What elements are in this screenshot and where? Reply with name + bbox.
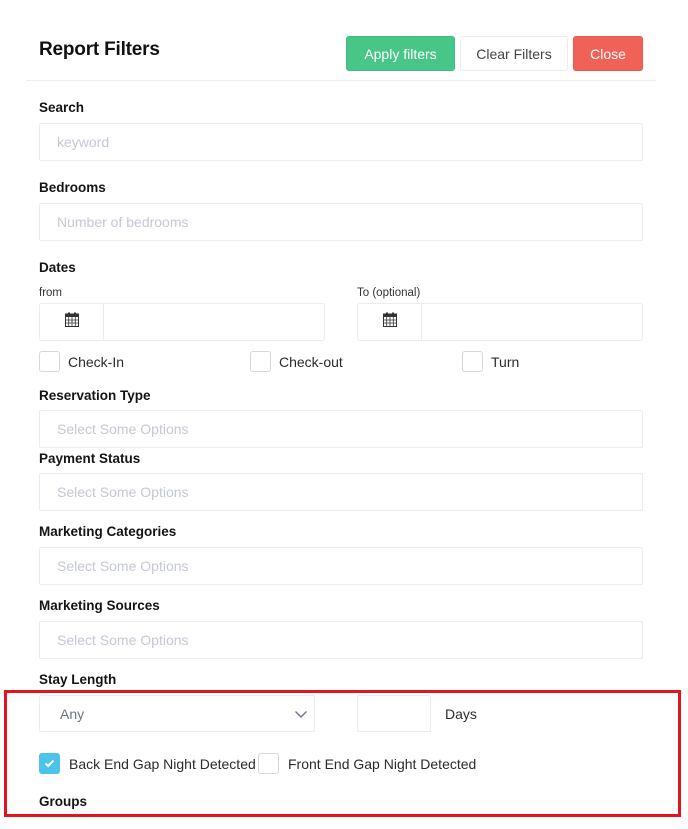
marketing-sources-placeholder: Select Some Options xyxy=(57,632,189,648)
bedrooms-placeholder: Number of bedrooms xyxy=(57,214,189,230)
check-in-label: Check-In xyxy=(68,353,125,370)
marketing-categories-label: Marketing Categories xyxy=(39,524,177,539)
from-date-field[interactable] xyxy=(39,303,325,341)
search-input[interactable]: keyword xyxy=(39,123,643,161)
to-date-input[interactable] xyxy=(422,304,642,340)
front-end-gap-night-option[interactable]: Front End Gap Night Detected xyxy=(258,753,476,774)
check-in-checkbox[interactable] xyxy=(39,351,60,372)
front-end-gap-night-checkbox[interactable] xyxy=(258,753,279,774)
turn-checkbox[interactable] xyxy=(462,351,483,372)
stay-length-select[interactable]: Any xyxy=(39,695,315,732)
calendar-icon xyxy=(64,312,79,332)
reservation-type-placeholder: Select Some Options xyxy=(57,421,189,437)
check-in-option[interactable]: Check-In xyxy=(39,351,124,372)
groups-label: Groups xyxy=(39,794,88,809)
front-end-gap-night-label: Front End Gap Night Detected xyxy=(288,755,477,772)
to-date-calendar-button[interactable] xyxy=(358,304,422,340)
marketing-sources-select[interactable]: Select Some Options xyxy=(39,621,643,659)
stay-length-days-input[interactable] xyxy=(357,695,431,732)
turn-option[interactable]: Turn xyxy=(462,351,519,372)
payment-status-placeholder: Select Some Options xyxy=(57,484,189,500)
stay-length-selected: Any xyxy=(60,705,85,722)
days-label: Days xyxy=(445,706,477,722)
from-date-input[interactable] xyxy=(104,304,324,340)
check-out-option[interactable]: Check-out xyxy=(250,351,343,372)
page-title: Report Filters xyxy=(39,39,160,60)
close-button[interactable]: Close xyxy=(573,36,643,71)
turn-label: Turn xyxy=(491,353,520,370)
bedrooms-label: Bedrooms xyxy=(39,180,106,195)
to-label: To (optional) xyxy=(357,287,421,299)
back-end-gap-night-checkbox[interactable] xyxy=(39,753,60,774)
checkmark-icon xyxy=(44,755,55,773)
marketing-sources-label: Marketing Sources xyxy=(39,598,160,613)
chevron-down-icon xyxy=(294,706,308,722)
calendar-icon xyxy=(382,312,397,332)
reservation-type-label: Reservation Type xyxy=(39,388,151,403)
back-end-gap-night-option[interactable]: Back End Gap Night Detected xyxy=(39,753,256,774)
to-date-field[interactable] xyxy=(357,303,643,341)
back-end-gap-night-label: Back End Gap Night Detected xyxy=(69,755,256,772)
dates-label: Dates xyxy=(39,260,76,275)
bedrooms-input[interactable]: Number of bedrooms xyxy=(39,203,643,241)
stay-length-label: Stay Length xyxy=(39,672,117,687)
report-filters-header: Report Filters Apply filters Clear Filte… xyxy=(0,0,688,82)
header-divider xyxy=(26,80,656,81)
from-date-calendar-button[interactable] xyxy=(40,304,104,340)
marketing-categories-placeholder: Select Some Options xyxy=(57,558,189,574)
from-label: from xyxy=(39,287,62,299)
check-out-checkbox[interactable] xyxy=(250,351,271,372)
payment-status-select[interactable]: Select Some Options xyxy=(39,473,643,511)
clear-filters-button[interactable]: Clear Filters xyxy=(460,36,568,71)
apply-filters-button[interactable]: Apply filters xyxy=(346,36,455,71)
payment-status-label: Payment Status xyxy=(39,451,141,466)
marketing-categories-select[interactable]: Select Some Options xyxy=(39,547,643,585)
check-out-label: Check-out xyxy=(279,353,343,370)
reservation-type-select[interactable]: Select Some Options xyxy=(39,410,643,448)
search-placeholder: keyword xyxy=(57,134,110,150)
search-label: Search xyxy=(39,100,85,115)
